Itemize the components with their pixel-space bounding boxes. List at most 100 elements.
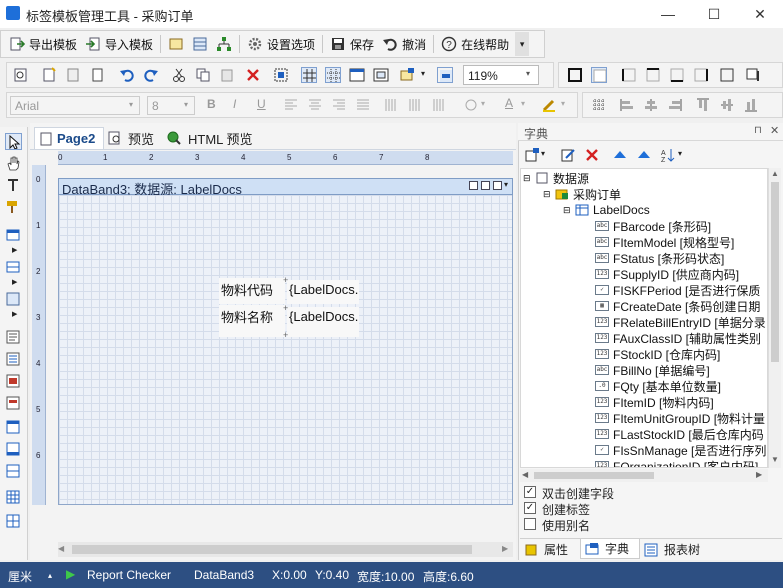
show-grid-icon[interactable] bbox=[301, 67, 317, 83]
panel-close-icon[interactable]: ✕ bbox=[770, 124, 779, 137]
hand-icon[interactable] bbox=[5, 155, 22, 172]
zoom-icon[interactable] bbox=[437, 67, 453, 83]
expand-arrow-icon[interactable]: ▶ bbox=[12, 310, 17, 318]
print-preview-icon[interactable] bbox=[13, 67, 29, 83]
scroll-left-icon[interactable]: ◀ bbox=[522, 470, 528, 479]
export-template-button[interactable]: 导出模板 bbox=[5, 32, 81, 56]
tab-properties[interactable]: 属性 bbox=[524, 541, 568, 558]
right-border-icon[interactable] bbox=[693, 67, 709, 83]
border-style-icon[interactable] bbox=[719, 67, 735, 83]
import-template-button[interactable]: 导入模板 bbox=[81, 32, 157, 56]
cross-band-icon[interactable] bbox=[5, 259, 22, 276]
text-component-icon[interactable] bbox=[5, 329, 22, 346]
dictionary-tree[interactable]: ⊟ 数据源 ⊟ 采购订单 ⊟ LabelDocs abc FBarcode [条形… bbox=[520, 168, 768, 468]
collapse-icon[interactable]: ⊟ bbox=[523, 173, 535, 184]
resize-handle[interactable]: + bbox=[283, 330, 288, 340]
no-border-icon[interactable] bbox=[591, 67, 607, 83]
delete-icon[interactable] bbox=[584, 147, 600, 163]
border-shadow-icon[interactable] bbox=[745, 67, 761, 83]
databand-body[interactable]: 物料代码 {LabelDocs. 物料名称 {LabelDocs. + + + bbox=[58, 195, 513, 505]
insert-band-dropdown[interactable]: ▾ bbox=[421, 69, 425, 78]
picture-icon[interactable] bbox=[5, 395, 22, 412]
align-left-icon[interactable] bbox=[283, 97, 299, 113]
zoom-combobox[interactable]: 119% ▾ bbox=[463, 65, 539, 85]
panel-icon[interactable] bbox=[5, 419, 22, 436]
pin-icon[interactable]: ⊓ bbox=[754, 125, 762, 136]
text-color-button[interactable]: A bbox=[505, 96, 513, 110]
justify-icon[interactable] bbox=[355, 97, 371, 113]
tree-field-item[interactable]: ✓ FIsSnManage [是否进行序列 bbox=[595, 442, 766, 458]
tree-field-item[interactable]: 123 FSupplyID [供应商内码] bbox=[595, 266, 739, 282]
tree-field-item[interactable]: 123 FLastStockID [最后仓库内码 bbox=[595, 426, 764, 442]
band-sort-icon[interactable] bbox=[481, 181, 490, 190]
close-button[interactable]: ✕ bbox=[737, 0, 783, 28]
save-button[interactable]: 保存 bbox=[326, 32, 378, 56]
redo-icon[interactable] bbox=[143, 67, 159, 83]
settings-button[interactable]: 设置选项 bbox=[243, 32, 319, 56]
tab-dictionary[interactable]: 字典 bbox=[580, 539, 640, 559]
report-checker-button[interactable]: Report Checker bbox=[87, 568, 171, 582]
band-filter-icon[interactable] bbox=[493, 181, 502, 190]
font-name-combobox[interactable]: Arial ▾ bbox=[10, 96, 140, 115]
resize-handle[interactable]: + bbox=[283, 275, 288, 285]
paste-icon[interactable] bbox=[219, 67, 235, 83]
tree-field-item[interactable]: abc FStatus [条形码状态] bbox=[595, 250, 724, 266]
databand-header[interactable]: DataBand3; 数据源: LabelDocs ▾ bbox=[58, 178, 513, 197]
text-tool-icon[interactable] bbox=[5, 177, 22, 194]
unit-selector[interactable]: 厘米 bbox=[8, 568, 32, 585]
vertical-align-top-icon[interactable] bbox=[383, 97, 399, 113]
tree-field-item[interactable]: ▦ FCreateDate [条码创建日期 bbox=[595, 298, 760, 314]
cut-icon[interactable] bbox=[171, 67, 187, 83]
copy-icon[interactable] bbox=[195, 67, 211, 83]
grid-view-icon[interactable] bbox=[188, 32, 212, 56]
undo-button[interactable]: 撤消 bbox=[378, 32, 430, 56]
sort-dropdown[interactable]: ▾ bbox=[678, 149, 682, 158]
tree-vertical-scrollbar[interactable]: ▲ ▼ bbox=[768, 168, 781, 468]
expand-arrow-icon[interactable]: ▶ bbox=[12, 278, 17, 286]
tree-structure-icon[interactable] bbox=[212, 32, 236, 56]
page-frame-icon[interactable] bbox=[373, 67, 389, 83]
scroll-right-icon[interactable]: ▶ bbox=[502, 544, 508, 553]
tree-field-item[interactable]: 123 FStockID [仓库内码] bbox=[595, 346, 720, 362]
align-centers-icon[interactable] bbox=[643, 97, 659, 113]
tree-field-item[interactable]: 123 FOrganizationID [客户内码] bbox=[595, 458, 758, 467]
collapse-icon[interactable]: ⊟ bbox=[543, 189, 555, 200]
checkbox[interactable]: ✓ bbox=[524, 486, 536, 498]
format-painter-icon[interactable] bbox=[5, 199, 22, 216]
scroll-left-icon[interactable]: ◀ bbox=[58, 544, 64, 553]
text-cell-material-code-label[interactable]: 物料代码 bbox=[219, 278, 285, 304]
select-all-icon[interactable] bbox=[273, 67, 289, 83]
tab-report-tree[interactable]: 报表树 bbox=[644, 541, 700, 558]
band-menu-icon[interactable]: ▾ bbox=[504, 180, 508, 189]
page-setup-icon[interactable] bbox=[164, 32, 188, 56]
rotation-icon[interactable] bbox=[463, 97, 479, 113]
bold-button[interactable]: B bbox=[207, 97, 216, 111]
edit-icon[interactable] bbox=[560, 147, 576, 163]
page-icon[interactable] bbox=[89, 67, 105, 83]
text-cell-material-name-label[interactable]: 物料名称 bbox=[219, 305, 285, 337]
checkbox[interactable] bbox=[524, 518, 536, 530]
tree-field-item[interactable]: 123 FRelateBillEntryID [单据分录 bbox=[595, 314, 766, 330]
new-page-icon[interactable] bbox=[41, 67, 57, 83]
new-item-dropdown[interactable]: ▾ bbox=[541, 149, 545, 158]
tree-field-item[interactable]: abc FBillNo [单据编号] bbox=[595, 362, 710, 378]
sort-icon[interactable]: AZ bbox=[660, 147, 676, 163]
align-right-icon[interactable] bbox=[331, 97, 347, 113]
align-center-icon[interactable] bbox=[307, 97, 323, 113]
unit-dropdown-icon[interactable]: ▴ bbox=[48, 571, 52, 580]
align-lefts-icon[interactable] bbox=[619, 97, 635, 113]
cross-tab-icon[interactable] bbox=[5, 513, 22, 530]
horizontal-scrollbar[interactable]: ◀ ▶ bbox=[58, 542, 513, 557]
tree-node-datasources[interactable]: ⊟ 数据源 bbox=[523, 170, 589, 186]
toolbar-options-dropdown[interactable]: ▾ bbox=[515, 32, 530, 56]
align-middles-icon[interactable] bbox=[719, 97, 735, 113]
align-rights-icon[interactable] bbox=[667, 97, 683, 113]
vertical-align-middle-icon[interactable] bbox=[407, 97, 423, 113]
resize-handle[interactable]: + bbox=[283, 303, 288, 313]
scrollbar-thumb[interactable] bbox=[771, 182, 779, 362]
tree-field-item[interactable]: .0 FQty [基本单位数量] bbox=[595, 378, 721, 394]
band-tool-icon[interactable] bbox=[5, 227, 22, 244]
align-to-grid-icon[interactable] bbox=[591, 97, 607, 113]
tab-html-preview[interactable]: HTML 预览 bbox=[166, 127, 253, 149]
highlight-dropdown[interactable]: ▾ bbox=[561, 99, 565, 108]
